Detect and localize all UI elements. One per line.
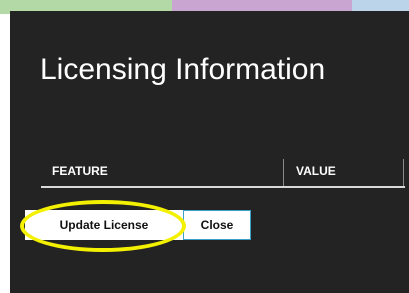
- update-license-button[interactable]: Update License: [25, 210, 183, 240]
- close-button[interactable]: Close: [183, 210, 251, 240]
- column-divider: [403, 159, 404, 186]
- dialog-title: Licensing Information: [40, 53, 326, 86]
- license-table: FEATURE VALUE: [41, 148, 409, 188]
- column-header-value[interactable]: VALUE: [296, 164, 336, 178]
- licensing-dialog: Licensing Information FEATURE VALUE: [10, 11, 409, 293]
- table-header-row: FEATURE VALUE: [41, 148, 405, 188]
- column-header-feature[interactable]: FEATURE: [52, 164, 108, 178]
- column-divider: [283, 159, 284, 186]
